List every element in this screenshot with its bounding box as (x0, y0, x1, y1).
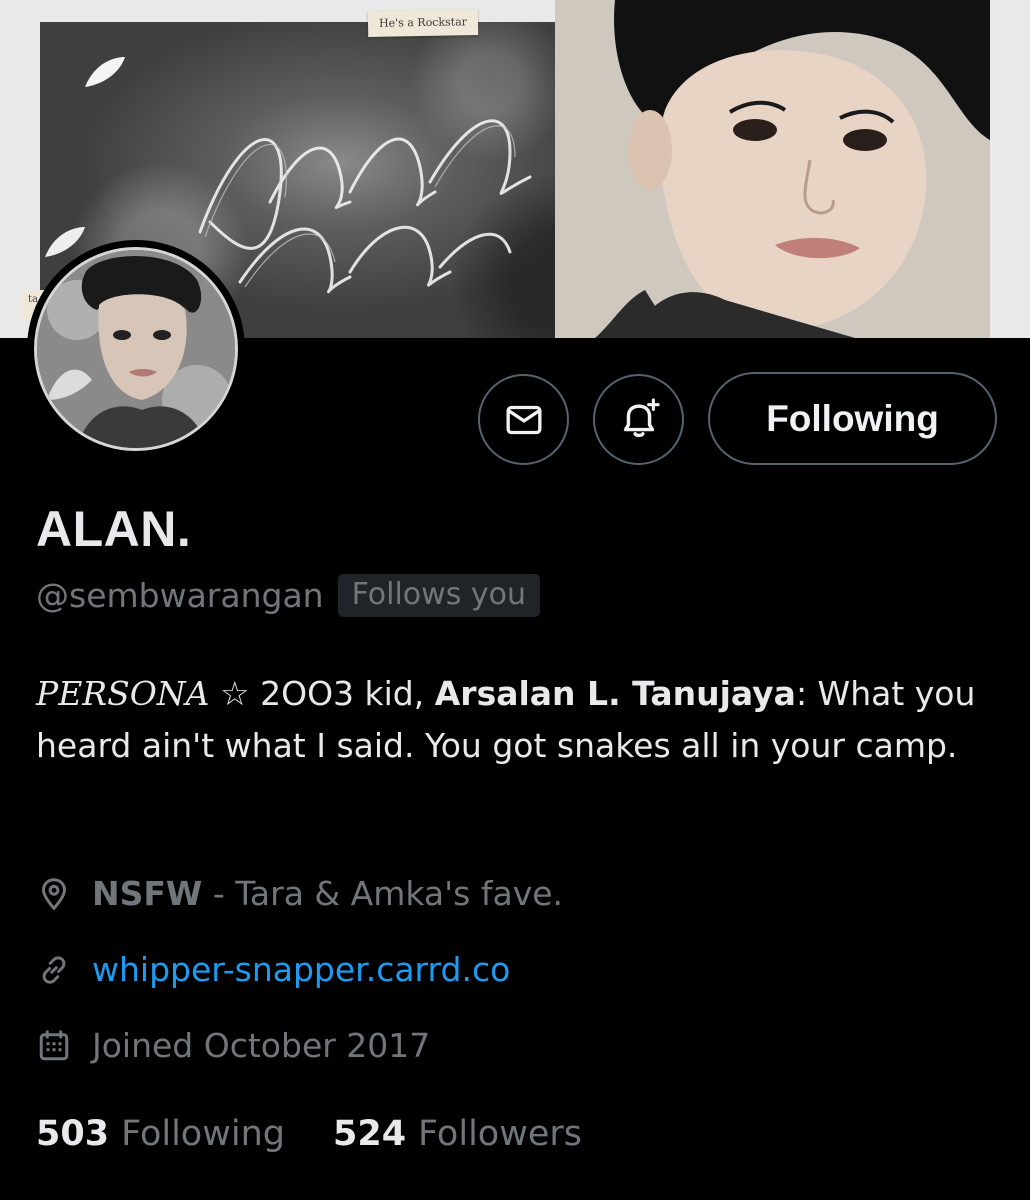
handle-row: @sembwarangan Follows you (36, 574, 540, 617)
location-pin-icon (41, 877, 67, 910)
followers-label: Followers (418, 1114, 582, 1154)
following-button[interactable]: Following (708, 372, 997, 465)
bio-star: ☆ (220, 674, 250, 713)
calendar-icon (39, 1029, 69, 1060)
follows-you-badge: Follows you (337, 574, 540, 617)
website-link[interactable]: whipper-snapper.carrd.co (92, 950, 510, 989)
banner-portrait (555, 0, 990, 338)
followers-stat[interactable]: 524 Followers (333, 1114, 582, 1154)
notifications-button[interactable] (593, 374, 684, 465)
banner-tag: He's a Rockstar (367, 9, 479, 37)
location-bold: NSFW (92, 874, 203, 913)
link-icon (42, 955, 66, 984)
joined-date: Joined October 2017 (92, 1026, 431, 1065)
username-handle: @sembwarangan (36, 576, 324, 615)
following-label: Following (121, 1114, 285, 1154)
bell-plus-icon (623, 397, 660, 437)
envelope-icon (506, 405, 541, 434)
bio-text-1: 2OO3 kid, (249, 674, 435, 713)
profile-avatar[interactable] (27, 240, 245, 458)
website-row: whipper-snapper.carrd.co (36, 950, 510, 989)
display-name: ALAN. (36, 501, 192, 557)
follow-stats: 503 Following 524 Followers (36, 1114, 582, 1154)
avatar-image (34, 247, 238, 451)
profile-bio: PERSONA ☆ 2OO3 kid, Arsalan L. Tanujaya:… (36, 668, 1006, 772)
feather-icon (85, 57, 125, 87)
signature-graphic (198, 119, 532, 294)
bio-name: Arsalan L. Tanujaya (434, 674, 796, 713)
message-button[interactable] (478, 374, 569, 465)
location-row: NSFW - Tara & Amka's fave. (36, 874, 563, 913)
bio-persona: PERSONA (36, 674, 210, 713)
location-text: - Tara & Amka's fave. (202, 874, 564, 913)
following-stat[interactable]: 503 Following (36, 1114, 285, 1154)
joined-row: Joined October 2017 (36, 1026, 430, 1065)
following-count: 503 (36, 1114, 110, 1154)
followers-count: 524 (332, 1114, 407, 1154)
